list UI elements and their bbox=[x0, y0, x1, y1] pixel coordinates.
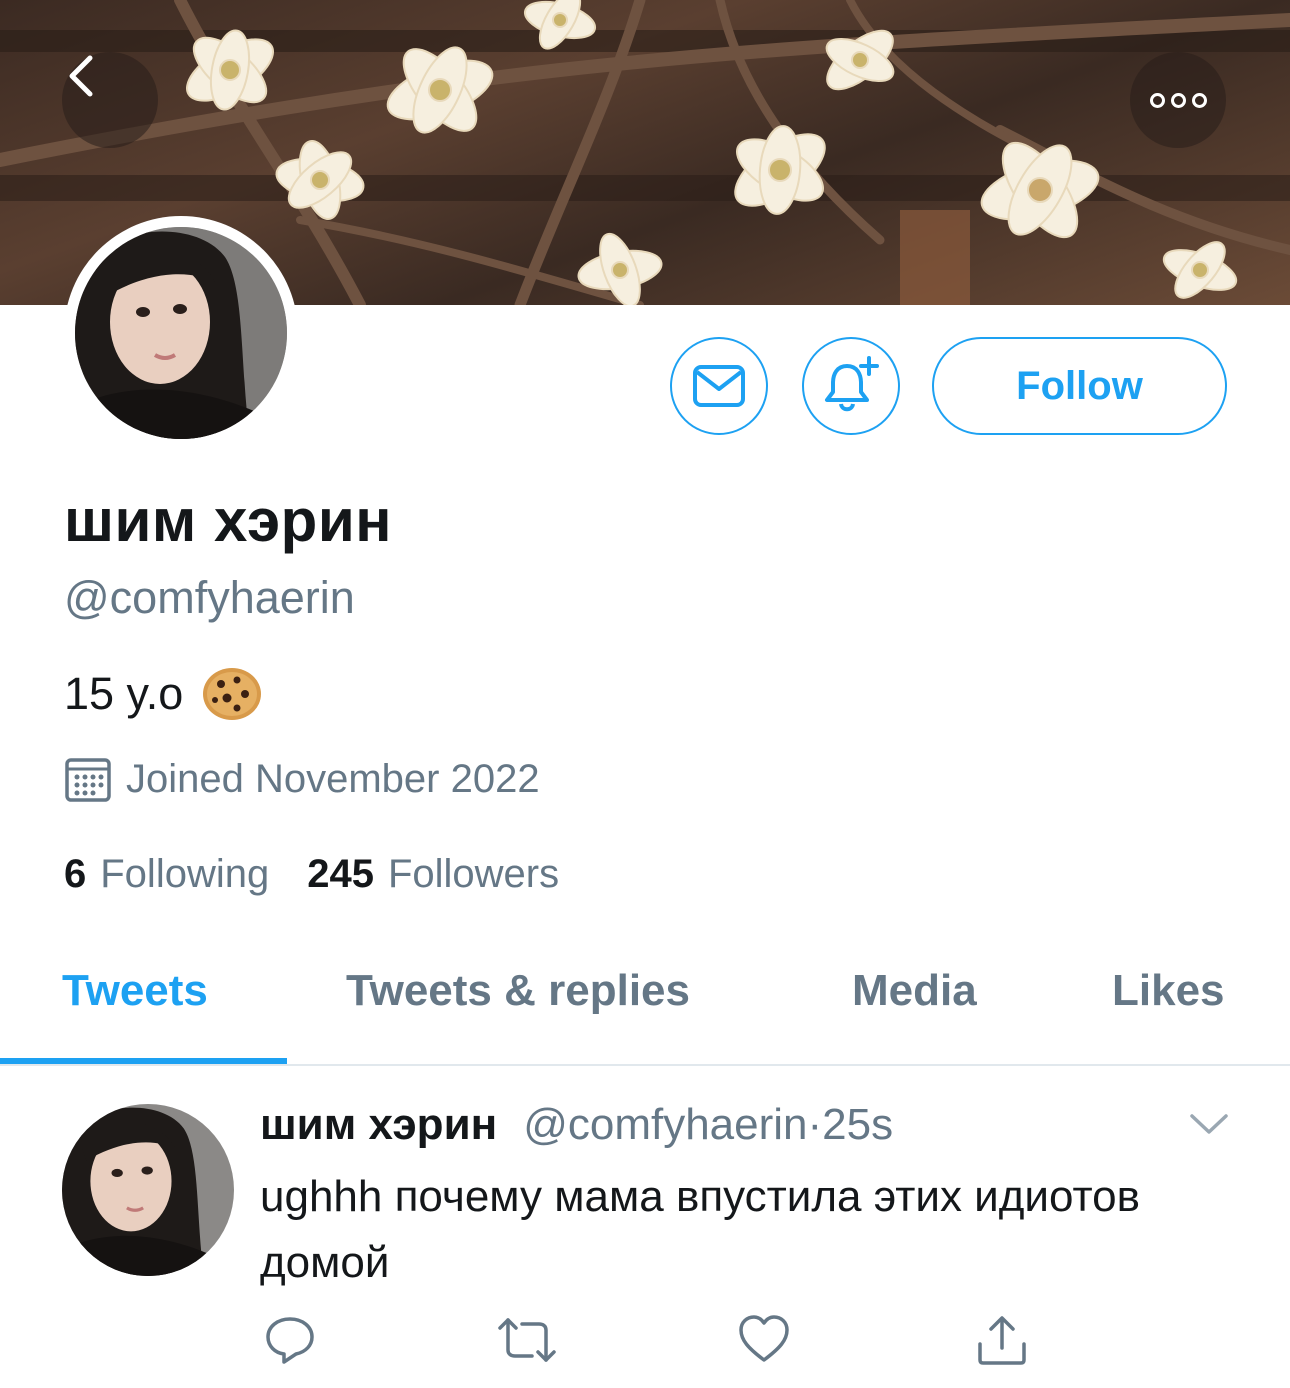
more-button[interactable] bbox=[1130, 52, 1226, 148]
tab-likes[interactable]: Likes bbox=[1112, 966, 1225, 1016]
joined-text: Joined November 2022 bbox=[126, 756, 540, 801]
bell-plus-icon bbox=[825, 356, 879, 412]
tweet-time[interactable]: 25s bbox=[822, 1100, 893, 1149]
follow-button[interactable]: Follow bbox=[932, 337, 1227, 435]
chevron-down-icon[interactable] bbox=[1188, 1110, 1230, 1140]
active-tab-indicator bbox=[0, 1058, 287, 1064]
share-icon[interactable] bbox=[976, 1314, 1028, 1366]
following-link[interactable]: 6 Following bbox=[64, 852, 269, 897]
tweet-avatar[interactable] bbox=[62, 1104, 234, 1276]
bio-text: 15 y.o bbox=[64, 668, 184, 719]
tab-tweets-replies[interactable]: Tweets & replies bbox=[346, 966, 690, 1016]
notifications-button[interactable] bbox=[802, 337, 900, 435]
tweet-author-name[interactable]: шим хэрин bbox=[260, 1100, 497, 1149]
tweet-text: ughhh почему мама впустила этих идиотов … bbox=[260, 1172, 1141, 1287]
more-icon bbox=[1149, 92, 1207, 108]
chevron-left-icon bbox=[69, 55, 93, 97]
tab-tweets[interactable]: Tweets bbox=[62, 966, 208, 1016]
avatar-image bbox=[75, 227, 287, 439]
tweet-header: шим хэрин @comfyhaerin·25s bbox=[260, 1100, 893, 1150]
message-button[interactable] bbox=[670, 337, 768, 435]
profile-display-name: шим хэрин bbox=[64, 487, 392, 554]
tab-media[interactable]: Media bbox=[852, 966, 977, 1016]
profile-handle: @comfyhaerin bbox=[64, 572, 355, 623]
like-icon[interactable] bbox=[738, 1314, 790, 1364]
followers-link[interactable]: 245 Followers bbox=[307, 852, 559, 897]
mail-icon bbox=[693, 365, 745, 407]
tweet-author-handle[interactable]: @comfyhaerin bbox=[523, 1100, 807, 1149]
following-count: 6 bbox=[64, 852, 87, 896]
joined-date: Joined November 2022 bbox=[64, 755, 540, 803]
calendar-icon bbox=[65, 758, 111, 802]
followers-count: 245 bbox=[307, 852, 374, 896]
profile-tabs: Tweets Tweets & replies Media Likes bbox=[0, 960, 1290, 1066]
tweet-separator: · bbox=[807, 1100, 823, 1149]
profile-avatar[interactable] bbox=[64, 216, 298, 450]
profile-bio: 15 y.o bbox=[64, 666, 263, 722]
followers-label: Followers bbox=[387, 852, 560, 896]
cookie-icon bbox=[203, 668, 262, 720]
retweet-icon[interactable] bbox=[498, 1314, 556, 1366]
back-button[interactable] bbox=[62, 52, 158, 148]
tweet-avatar-image bbox=[62, 1104, 234, 1276]
following-label: Following bbox=[100, 852, 270, 896]
follow-stats: 6 Following 245 Followers bbox=[64, 852, 559, 897]
reply-icon[interactable] bbox=[264, 1314, 316, 1366]
